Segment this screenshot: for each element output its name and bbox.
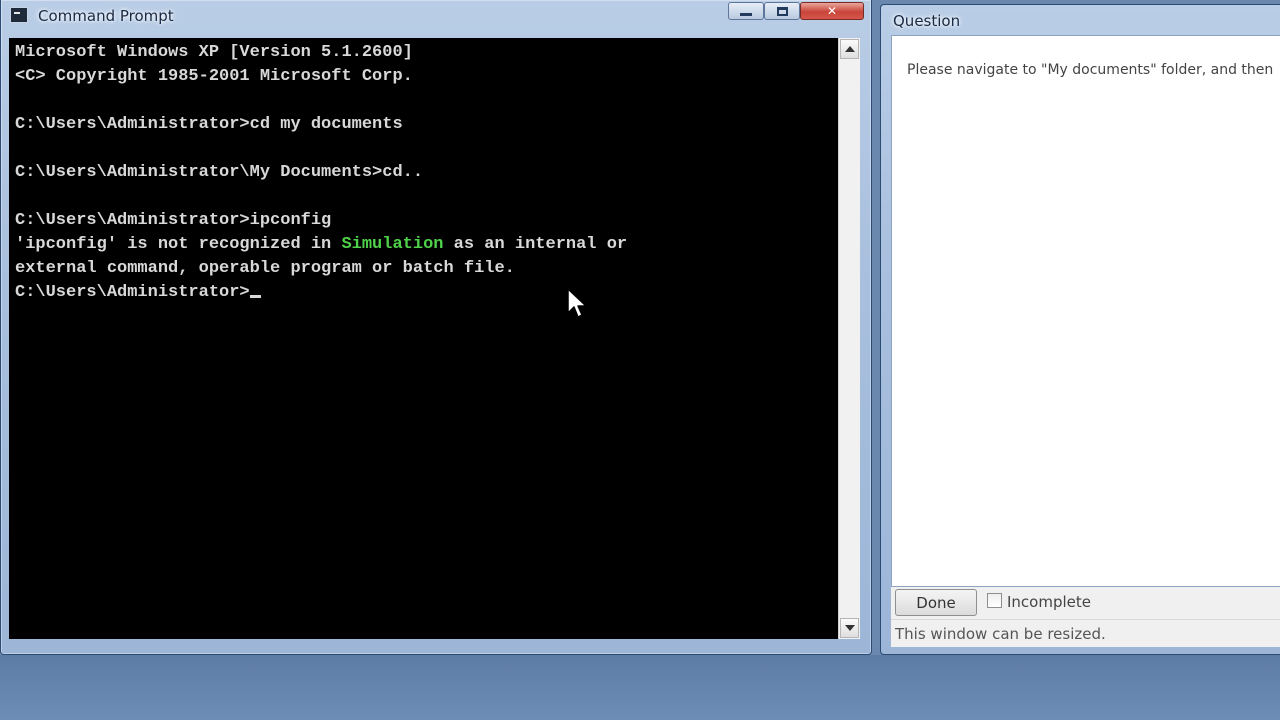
vertical-scrollbar[interactable] [838, 38, 860, 639]
text-cursor [249, 295, 261, 298]
status-text: This window can be resized. [895, 625, 1106, 643]
title-bar[interactable]: Command Prompt ✕ [1, 0, 871, 32]
console-output[interactable]: Microsoft Windows XP [Version 5.1.2600] … [9, 38, 838, 639]
close-icon: ✕ [826, 4, 838, 18]
done-button[interactable]: Done [895, 589, 977, 616]
maximize-button[interactable] [764, 2, 800, 20]
question-window[interactable]: Question Please navigate to "My document… [880, 4, 1280, 655]
error-message-line2: external command, operable program or ba… [15, 259, 515, 278]
command-prompt-line: C:\Users\Administrator> [15, 283, 250, 302]
console-text: Microsoft Windows XP [Version 5.1.2600] … [15, 41, 627, 305]
simulation-highlight: Simulation [341, 235, 444, 254]
question-text: Please navigate to "My documents" folder… [907, 62, 1274, 78]
command-prompt-window[interactable]: Command Prompt ✕ Microsoft Windows XP [V… [0, 0, 872, 655]
error-message-prefix: 'ipconfig' is not recognized in [15, 235, 342, 254]
console-line: C:\Users\Administrator\My Documents>cd.. [15, 163, 424, 182]
console-line: C:\Users\Administrator>ipconfig [15, 211, 332, 230]
console-line: Microsoft Windows XP [Version 5.1.2600] [15, 43, 413, 62]
scroll-up-button[interactable] [840, 39, 859, 59]
mouse-pointer-icon [567, 288, 587, 318]
question-content-panel: Please navigate to "My documents" folder… [891, 35, 1280, 587]
maximize-icon [776, 6, 788, 16]
desktop-background [0, 655, 1280, 720]
question-window-title: Question [893, 12, 961, 30]
console-line: C:\Users\Administrator>cd my documents [15, 115, 403, 134]
incomplete-label[interactable]: Incomplete [1007, 593, 1091, 611]
incomplete-checkbox[interactable] [987, 593, 1002, 608]
error-message-suffix: as an internal or [443, 235, 628, 254]
window-title: Command Prompt [38, 7, 174, 25]
scroll-down-button[interactable] [840, 618, 859, 638]
console-app-icon[interactable] [10, 7, 28, 23]
status-bar: This window can be resized. [891, 619, 1280, 647]
minimize-icon [740, 12, 752, 16]
question-footer: Done Incomplete [891, 587, 1280, 619]
close-button[interactable]: ✕ [800, 2, 864, 20]
minimize-button[interactable] [728, 2, 764, 20]
console-line: <C> Copyright 1985-2001 Microsoft Corp. [15, 67, 413, 86]
scroll-down-arrow-icon [844, 625, 855, 631]
scroll-up-arrow-icon [844, 46, 855, 52]
